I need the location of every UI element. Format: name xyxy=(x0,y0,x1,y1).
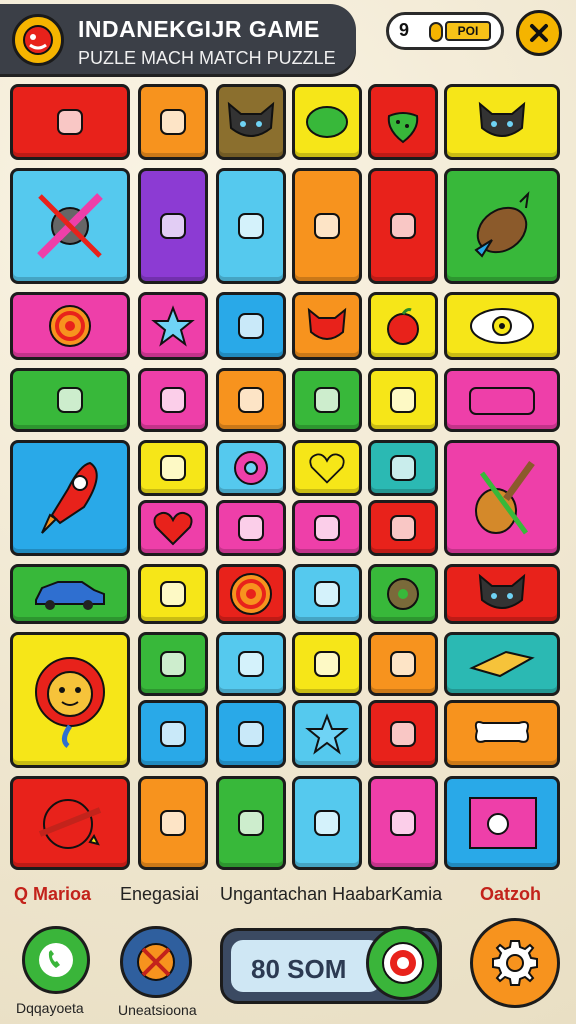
game-tile[interactable] xyxy=(292,292,362,360)
game-logo-icon xyxy=(12,14,64,66)
game-tile[interactable] xyxy=(368,500,438,556)
game-tile[interactable] xyxy=(216,84,286,160)
phone-icon xyxy=(39,943,73,977)
game-tile[interactable] xyxy=(10,632,130,768)
game-title: INDANEKGIJR GAME xyxy=(78,16,320,42)
game-tile[interactable] xyxy=(216,168,286,284)
game-tile[interactable] xyxy=(138,440,208,496)
game-tile[interactable] xyxy=(292,168,362,284)
game-tile[interactable] xyxy=(444,632,560,696)
close-button[interactable] xyxy=(516,10,562,56)
game-tile[interactable] xyxy=(368,440,438,496)
game-tile[interactable] xyxy=(444,440,560,556)
game-tile[interactable] xyxy=(368,700,438,768)
game-tile[interactable] xyxy=(138,168,208,284)
game-tile[interactable] xyxy=(138,500,208,556)
game-tile[interactable] xyxy=(292,84,362,160)
label-left: Q Marioa xyxy=(14,884,92,904)
game-tile[interactable] xyxy=(10,564,130,624)
game-tile[interactable] xyxy=(10,292,130,360)
game-tile[interactable] xyxy=(216,500,286,556)
game-tile[interactable] xyxy=(368,292,438,360)
game-tile[interactable] xyxy=(368,632,438,696)
score-text: 80 SOM xyxy=(251,954,347,984)
call-button[interactable] xyxy=(22,926,90,994)
game-subtitle: PUZLE MACH MATCH PUZZLE xyxy=(78,48,336,68)
game-tile[interactable] xyxy=(138,368,208,432)
game-tile[interactable] xyxy=(10,84,130,160)
caption-left: Dqqayoeta xyxy=(16,1000,84,1016)
gold-bar-label: POI xyxy=(445,21,491,41)
game-tile[interactable] xyxy=(444,564,560,624)
game-tile[interactable] xyxy=(368,564,438,624)
caption-second: Uneatsioona xyxy=(118,1002,197,1018)
game-tile[interactable] xyxy=(292,632,362,696)
label-right: Oatzoh xyxy=(480,884,541,904)
game-tile[interactable] xyxy=(216,292,286,360)
game-tile[interactable] xyxy=(216,368,286,432)
game-tile[interactable] xyxy=(216,440,286,496)
game-tile[interactable] xyxy=(292,440,362,496)
game-tile[interactable] xyxy=(368,84,438,160)
game-tile[interactable] xyxy=(138,292,208,360)
game-tile[interactable] xyxy=(216,632,286,696)
game-tile[interactable] xyxy=(368,776,438,870)
puzzle-board xyxy=(10,84,566,874)
game-tile[interactable] xyxy=(216,776,286,870)
game-tile[interactable] xyxy=(444,700,560,768)
game-tile[interactable] xyxy=(292,776,362,870)
game-tile[interactable] xyxy=(10,368,130,432)
label-center-left: Enegasiai xyxy=(120,884,200,904)
game-tile[interactable] xyxy=(368,368,438,432)
game-tile[interactable] xyxy=(138,700,208,768)
game-tile[interactable] xyxy=(444,168,560,284)
game-tile[interactable] xyxy=(138,564,208,624)
cross-ball-icon xyxy=(137,943,175,981)
target-icon xyxy=(382,942,424,984)
category-labels: Q Marioa Enegasiai Ungantachan HaabarKam… xyxy=(0,880,576,910)
game-tile[interactable] xyxy=(138,776,208,870)
game-tile[interactable] xyxy=(444,776,560,870)
coin-icon xyxy=(429,22,443,42)
game-tile[interactable] xyxy=(138,632,208,696)
game-tile[interactable] xyxy=(444,292,560,360)
close-icon xyxy=(530,24,548,42)
currency-display[interactable]: 9 POI xyxy=(386,12,504,50)
header-bar: INDANEKGIJR GAME PUZLE MACH MATCH PUZZLE xyxy=(0,4,356,74)
label-center: Ungantachan HaabarKamia xyxy=(220,884,443,904)
game-tile[interactable] xyxy=(444,368,560,432)
game-tile[interactable] xyxy=(368,168,438,284)
game-tile[interactable] xyxy=(292,368,362,432)
game-tile[interactable] xyxy=(292,500,362,556)
shuffle-button[interactable] xyxy=(120,926,192,998)
game-tile[interactable] xyxy=(10,776,130,870)
game-tile[interactable] xyxy=(444,84,560,160)
settings-button[interactable] xyxy=(470,918,560,1008)
currency-count: 9 xyxy=(399,20,410,40)
score-display: 80 SOM xyxy=(231,940,381,992)
game-tile[interactable] xyxy=(10,440,130,556)
game-tile[interactable] xyxy=(138,84,208,160)
target-button[interactable] xyxy=(366,926,440,1000)
game-tile[interactable] xyxy=(10,168,130,284)
game-tile[interactable] xyxy=(292,564,362,624)
game-tile[interactable] xyxy=(216,564,286,624)
game-tile[interactable] xyxy=(292,700,362,768)
game-tile[interactable] xyxy=(216,700,286,768)
gear-icon xyxy=(492,940,538,986)
